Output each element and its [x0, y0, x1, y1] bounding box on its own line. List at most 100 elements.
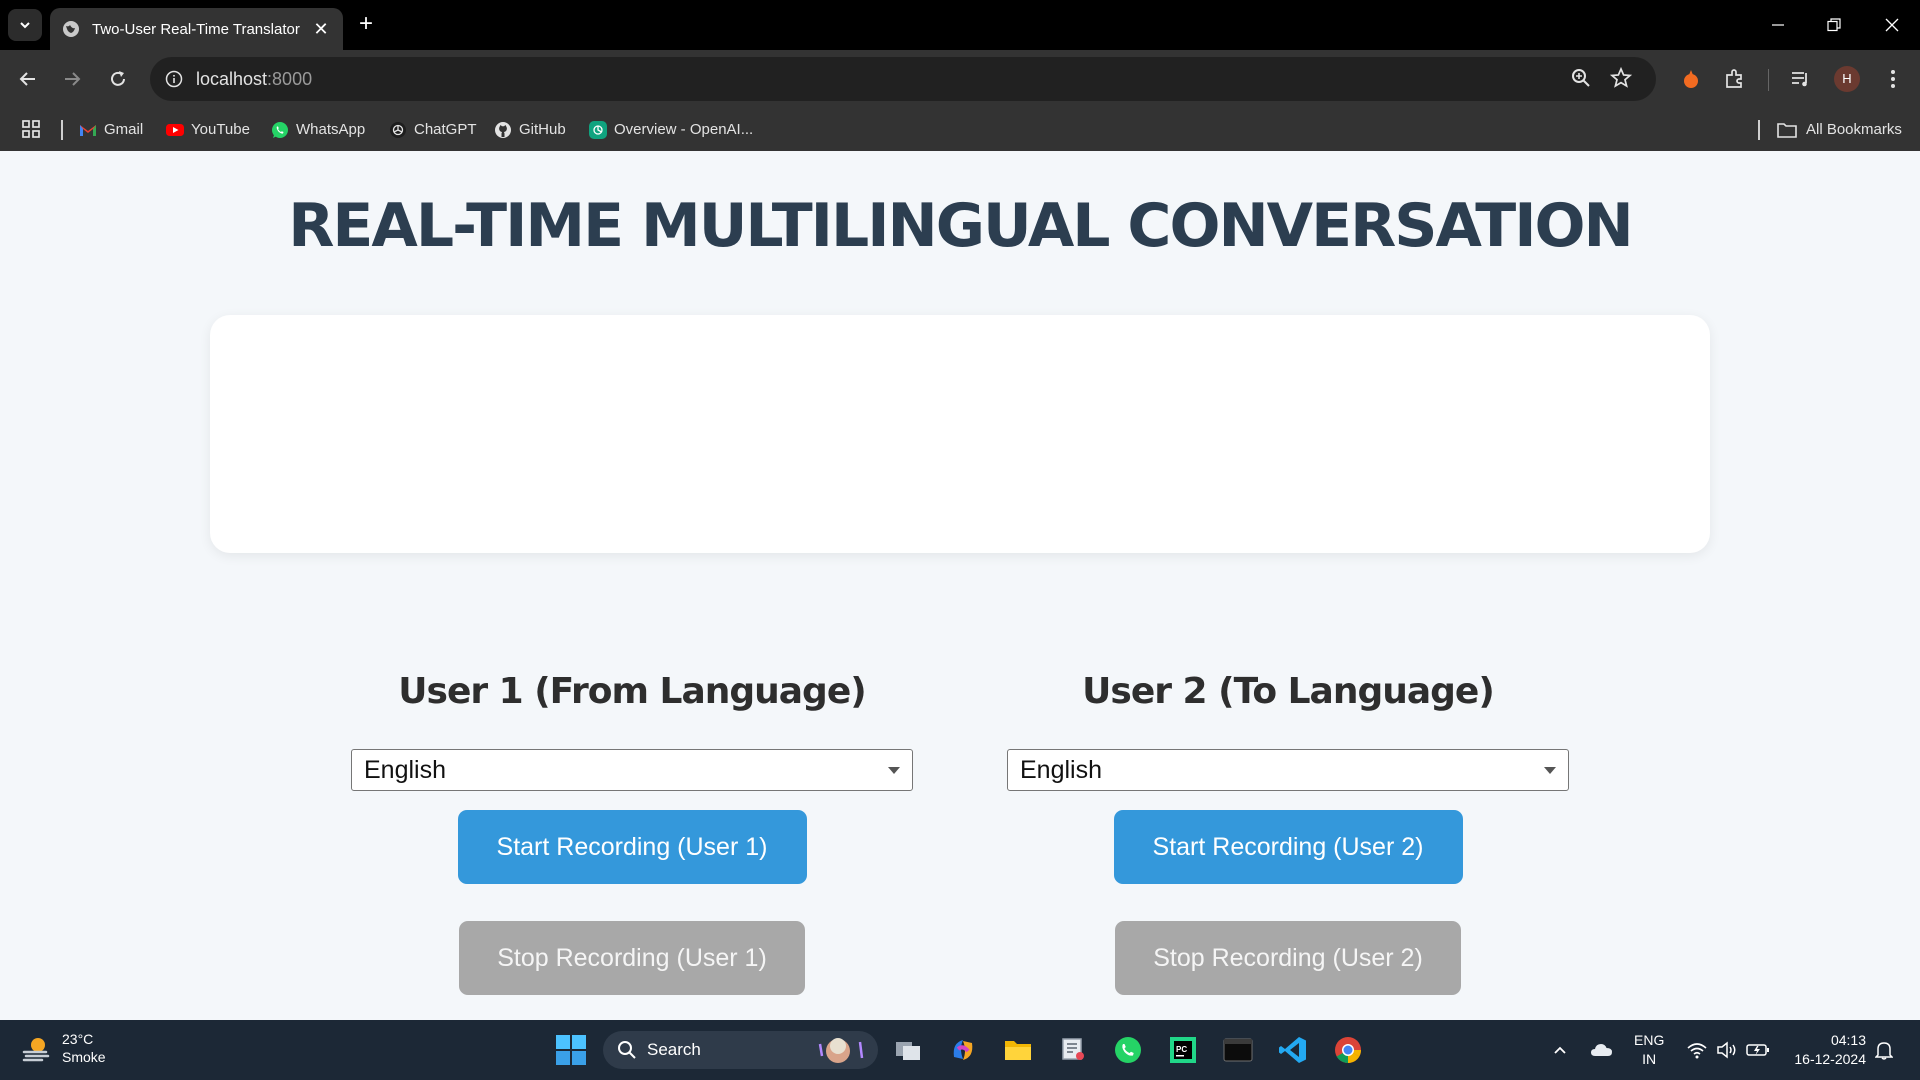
new-tab-button[interactable]: + [352, 11, 380, 39]
apps-grid-icon[interactable] [20, 118, 42, 145]
weather-widget[interactable]: 23°C Smoke [20, 1030, 106, 1066]
whatsapp-app-icon[interactable] [1110, 1032, 1146, 1068]
site-info-icon[interactable] [160, 65, 188, 93]
user2-stop-recording-button[interactable]: Stop Recording (User 2) [1115, 921, 1461, 995]
notifications-icon[interactable] [1875, 1020, 1893, 1080]
weather-temperature: 23°C [62, 1031, 94, 1047]
user1-language-select[interactable]: English [351, 749, 913, 791]
arrow-left-icon [19, 72, 35, 86]
wifi-icon[interactable] [1686, 1020, 1708, 1080]
bookmark-label: ChatGPT [414, 121, 477, 138]
vscode-icon[interactable] [1275, 1032, 1311, 1068]
bookmark-label: Overview - OpenAI... [614, 121, 754, 138]
conversation-output-box [210, 315, 1710, 553]
search-highlight-icon [818, 1038, 864, 1063]
search-placeholder: Search [647, 1040, 701, 1059]
openai-icon [589, 120, 607, 139]
arrow-right-icon [65, 72, 81, 86]
whatsapp-icon [272, 121, 288, 138]
input-language-indicator[interactable]: ENG IN [1634, 1031, 1664, 1069]
copilot-icon[interactable] [945, 1032, 981, 1068]
media-control-icon[interactable] [1785, 64, 1815, 94]
bookmarks-bar: Gmail YouTube WhatsApp ChatGPT GitHub Ov… [0, 108, 1920, 151]
address-bar[interactable]: localhost:8000 [150, 57, 1656, 101]
reload-button[interactable] [102, 63, 134, 95]
chevron-down-icon [20, 22, 30, 29]
forward-button[interactable] [56, 63, 88, 95]
terminal-icon[interactable] [1220, 1032, 1256, 1068]
toolbar-divider [1768, 69, 1769, 91]
svg-text:PC: PC [1176, 1045, 1187, 1054]
user1-start-recording-button[interactable]: Start Recording (User 1) [457, 810, 807, 884]
file-explorer-icon[interactable] [1000, 1032, 1036, 1068]
minimize-icon [1772, 24, 1784, 26]
windows-logo-icon [556, 1035, 586, 1065]
minimize-button[interactable] [1750, 0, 1806, 50]
taskbar-search[interactable]: Search [603, 1031, 878, 1069]
browser-toolbar: localhost:8000 H [0, 50, 1920, 108]
chatgpt-icon [390, 121, 406, 138]
user1-language-value: English [364, 756, 446, 784]
clock-time: 04:13 [1830, 1032, 1866, 1048]
dropdown-arrow-icon [1544, 767, 1556, 774]
chrome-icon[interactable] [1330, 1032, 1366, 1068]
browser-tab-bar: Two-User Real-Time Translator ✕ + [0, 0, 1920, 50]
extensions-puzzle-icon[interactable] [1720, 64, 1750, 94]
tab-close-icon[interactable]: ✕ [311, 19, 331, 40]
windows-taskbar: 23°C Smoke Search PC ENG IN 04:13 16-12-… [0, 1020, 1920, 1080]
close-window-button[interactable] [1864, 0, 1920, 50]
snipping-tool-icon[interactable] [1055, 1032, 1091, 1068]
bookmark-whatsapp[interactable]: WhatsApp [271, 108, 365, 151]
show-hidden-icons[interactable] [1552, 1020, 1568, 1080]
restore-icon [1827, 18, 1841, 32]
all-bookmarks-button[interactable]: All Bookmarks [1776, 108, 1902, 151]
restore-button[interactable] [1806, 0, 1862, 50]
all-bookmarks-label: All Bookmarks [1806, 121, 1902, 138]
onedrive-icon[interactable] [1590, 1020, 1614, 1080]
bookmark-star-icon[interactable] [1609, 66, 1633, 94]
bookmark-chatgpt[interactable]: ChatGPT [389, 108, 477, 151]
github-icon [495, 121, 511, 138]
more-menu-icon[interactable] [1878, 64, 1908, 94]
user2-title: User 2 (To Language) [1082, 671, 1495, 712]
bookmark-label: WhatsApp [296, 121, 366, 138]
user2-start-recording-button[interactable]: Start Recording (User 2) [1113, 810, 1463, 884]
clock-date: 16-12-2024 [1794, 1051, 1866, 1067]
user2-language-select[interactable]: English [1007, 749, 1569, 791]
zoom-icon[interactable] [1570, 67, 1592, 94]
pycharm-icon[interactable]: PC [1165, 1032, 1201, 1068]
dropdown-arrow-icon [888, 767, 900, 774]
user2-language-value: English [1020, 756, 1102, 784]
bookmark-gmail[interactable]: Gmail [79, 108, 143, 151]
browser-tab[interactable]: Two-User Real-Time Translator ✕ [50, 8, 343, 50]
weather-description: Smoke [62, 1049, 106, 1065]
back-button[interactable] [12, 63, 44, 95]
bookmarks-divider [61, 120, 63, 140]
profile-avatar[interactable]: H [1834, 66, 1860, 92]
bookmark-github[interactable]: GitHub [494, 108, 566, 151]
user1-stop-recording-button[interactable]: Stop Recording (User 1) [459, 921, 805, 995]
language-code: ENG [1634, 1032, 1665, 1048]
bookmark-label: Gmail [104, 121, 144, 138]
url-text[interactable]: localhost:8000 [196, 69, 312, 90]
bookmarks-divider [1758, 120, 1760, 140]
page-content: REAL-TIME MULTILINGUAL CONVERSATION User… [0, 151, 1920, 1020]
battery-icon[interactable] [1746, 1020, 1770, 1080]
page-title: REAL-TIME MULTILINGUAL CONVERSATION [288, 191, 1634, 261]
bookmark-label: GitHub [519, 121, 566, 138]
task-view-icon[interactable] [890, 1032, 926, 1068]
bookmark-label: YouTube [191, 121, 250, 138]
system-clock[interactable]: 04:13 16-12-2024 [1786, 1031, 1866, 1069]
youtube-icon [166, 123, 184, 136]
reload-icon [111, 71, 125, 86]
search-icon [618, 1041, 636, 1059]
user2-panel: User 2 (To Language) English Start Recor… [1007, 671, 1569, 995]
tab-title: Two-User Real-Time Translator [92, 20, 300, 38]
tab-search-button[interactable] [8, 9, 42, 41]
bookmark-openai-overview[interactable]: Overview - OpenAI... [589, 108, 753, 151]
extension-orange-icon[interactable] [1676, 64, 1706, 94]
start-button[interactable] [555, 1034, 587, 1071]
bookmark-youtube[interactable]: YouTube [166, 108, 250, 151]
weather-smoke-icon [22, 1038, 50, 1062]
volume-icon[interactable] [1716, 1020, 1738, 1080]
